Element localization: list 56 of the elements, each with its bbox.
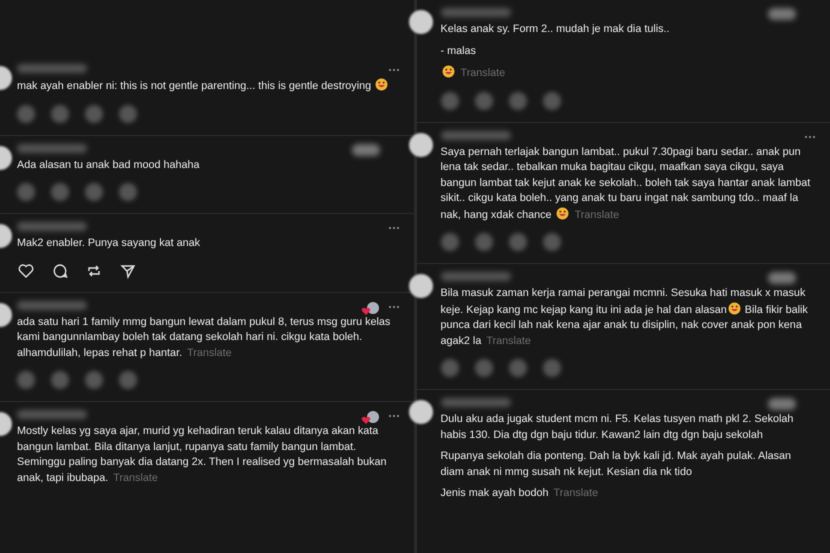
blurred-action-icon [51,371,69,389]
comment-text: Dulu aku ada jugak student mcm ni. F5. Kelas tusyen math pkl 2. Sekolah habis 130. Dia dtg dgn baju tidur. Kawan2 lain dtg dgn baju sekolah [440,412,794,442]
blurred-action-icon [508,92,526,110]
emoji-icon [556,206,569,220]
comment-text: ada satu hari 1 family mmg bangun lewat dalam pukul 8, terus msg guru kelas kami bangunnlambay boleh tak datang sekolah hari ni. cikgu kata boleh. alhamdulilah, lepas rehat p hantar. Translate [17,314,392,360]
comment-text: - malas [440,44,477,58]
translate-link[interactable]: Translate [486,334,531,346]
more-icon[interactable] [388,414,400,418]
translate-link[interactable]: Translate [554,487,598,499]
blurred-action-icon [119,371,137,389]
blurred-username [17,222,87,231]
translate-link[interactable]: Translate [113,472,158,484]
comment-text: Kelas anak sy. Form 2.. mudah je mak dia tulis.. [440,22,671,37]
blurred-action-icon [542,92,560,110]
blurred-action-icon [85,104,103,122]
blurred-action-icon [85,371,103,389]
comment-icon[interactable] [51,262,69,280]
comment-text: Jenis mak ayah bodoh Translate [440,486,600,501]
translate-link[interactable]: Translate [460,67,506,79]
blurred-username [17,64,87,73]
blurred-username [440,130,510,140]
emoji-icon [375,78,388,91]
comment-text: Ada alasan tu anak bad mood hahaha [17,158,200,172]
more-icon[interactable] [804,134,816,138]
blurred-action-icon [474,92,492,110]
blurred-action-icon [51,104,69,122]
comment-text: Rupanya sekolah dia ponteng. Dah la byk kali jd. Mak ayah pulak. Alasan diam anak ni mmg susah nk kejut. Kesian dia nk tido [440,449,792,480]
blurred-action-icon [474,233,492,251]
blurred-username [17,300,87,310]
blurred-action-icon [542,233,560,251]
blurred-action-icon [474,359,492,377]
comment-text: mak ayah enabler ni: this is not gentle parenting... this is gentle destroying [17,78,396,94]
blurred-action-icon [542,359,560,377]
blurred-action-icon [508,233,526,251]
blurred-action-icon [119,183,137,201]
comment-text: Mostly kelas yg saya ajar, murid yg kehadiran teruk kalau ditanya akan kata bangun lambat. Bila ditanya lanjut, rupanya satu family bangun lambat. Seminggu paling banyak dia datang 2x. Then I realised yg bermasalah bukan anak, tapi ibubapa. Translate [17,424,388,486]
more-icon[interactable] [388,226,400,230]
blurred-username [440,8,510,17]
comment-text: Bila masuk zaman kerja ramai perangai mcmni. Sesuka hati masuk x masuk keje. Kejap kang mc kejap kang itu ini ada je hal dan alasan Bila fikir balik punca dari kecil lah nak kena ajar anak tu disiplin, nak cover anak pon kena agak2 la Translate [440,286,809,348]
like-icon[interactable] [17,262,35,280]
blurred-username [17,410,87,419]
emoji-icon [728,302,741,314]
blurred-action-icon [508,359,526,377]
more-icon[interactable] [388,304,400,308]
blurred-username [440,272,510,281]
blurred-action-icon [85,183,103,201]
comment-text: Mak2 enabler. Punya sayang kat anak [17,236,202,251]
translate-link[interactable]: Translate [574,208,620,220]
blurred-username [440,398,510,407]
more-icon[interactable] [388,68,400,72]
blurred-action-icon [51,183,69,201]
comment-text: Saya pernah terlajak bangun lambat.. pukul 7.30pagi baru sedar.. anak pun lena tak sedar.. tebalkan muka bagitau cikgu, maafkan saya cikgu, saya bangun lambat tak kejut anak ke sekolah.. boleh tak saya hantar anak lambat sikit.. cikgu kata boleh.. yang anak tu baru ingat nak sambung tdo.. maaf la nak, hang xdak chance Translate [440,144,812,222]
translate-link[interactable]: Translate [187,346,232,358]
emoji-icon [442,65,454,78]
blurred-username [17,144,87,152]
blurred-action-icon [119,104,137,122]
